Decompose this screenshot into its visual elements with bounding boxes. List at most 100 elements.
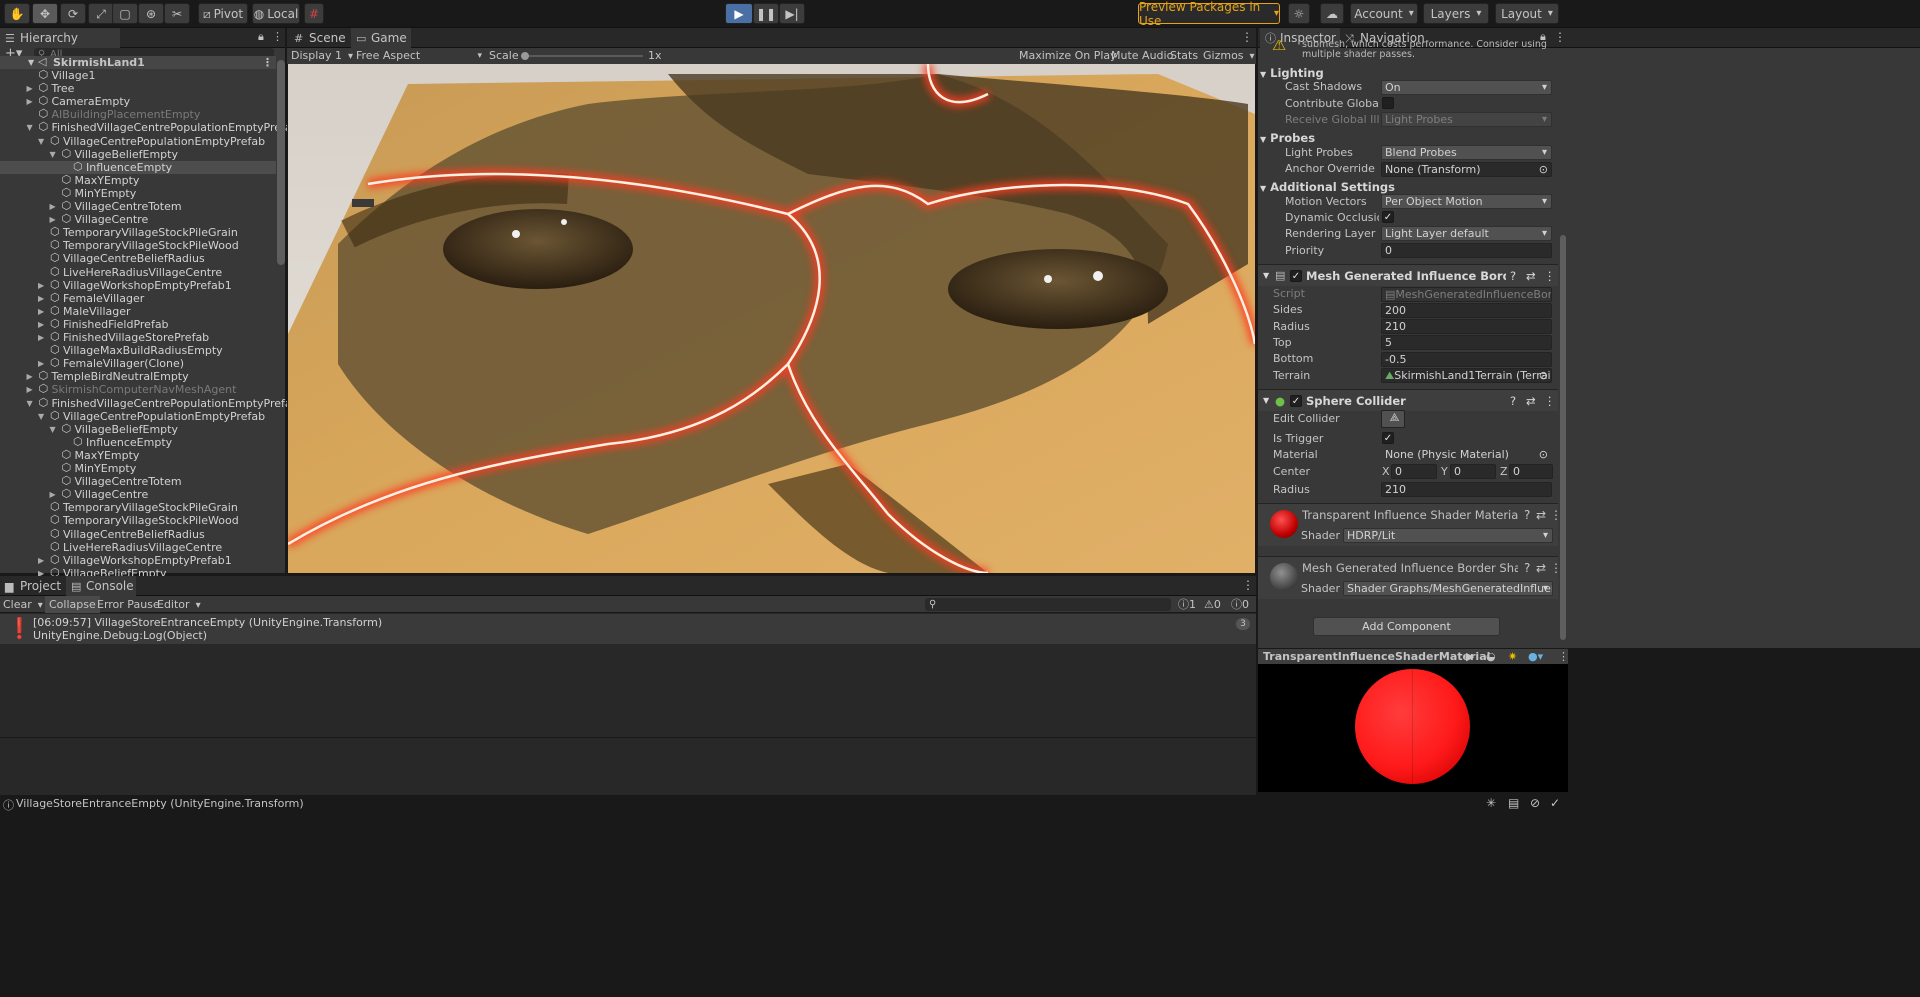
- mesh-border-enabled-checkbox[interactable]: ✓: [1290, 270, 1302, 282]
- mesh-border-component-header[interactable]: ▼ ▤ ✓ Mesh Generated Influence Border (S…: [1258, 264, 1558, 286]
- pause-button[interactable]: ❚❚: [753, 3, 779, 24]
- collapse-arrow-icon[interactable]: ▶: [27, 383, 33, 396]
- hierarchy-row[interactable]: ▶ ⬡ FemaleVillager(Clone): [0, 356, 276, 370]
- collapse-arrow-icon[interactable]: ▶: [38, 554, 44, 567]
- mute-audio-toggle[interactable]: Mute Audio: [1111, 48, 1173, 64]
- hierarchy-row[interactable]: ⬡ AIBuildingPlacementEmpty: [0, 107, 276, 121]
- hierarchy-row[interactable]: ⬡ MaxYEmpty: [0, 448, 276, 462]
- hierarchy-row[interactable]: ⬡ InfluenceEmpty: [0, 435, 276, 449]
- scene-more-icon[interactable]: ⋮: [262, 56, 273, 69]
- hierarchy-row[interactable]: ▼ ⬡ FinishedVillageCentrePopulationEmptyPr…: [0, 120, 299, 134]
- hierarchy-row[interactable]: ⬡ VillageCentreTotem: [0, 474, 276, 488]
- hierarchy-row[interactable]: ▶ ⬡ Tree: [0, 81, 276, 95]
- hierarchy-row[interactable]: ⬡ Village1: [0, 68, 276, 82]
- local-toggle[interactable]: ◍ Local: [252, 3, 300, 24]
- log-count-toggle[interactable]: ⓘ1: [1178, 596, 1196, 613]
- hierarchy-row[interactable]: ▶ ⬡ VillageCentre: [0, 487, 276, 501]
- contribute-gi-checkbox[interactable]: [1382, 97, 1394, 109]
- preset-icon[interactable]: ⇄: [1536, 561, 1546, 575]
- hierarchy-row[interactable]: ⬡ MinYEmpty: [0, 186, 276, 200]
- warning-count-toggle[interactable]: ⚠0: [1204, 596, 1221, 613]
- hierarchy-row[interactable]: ▶ ⬡ FinishedVillageStorePrefab: [0, 330, 276, 344]
- hierarchy-row[interactable]: ⬡ MaxYEmpty: [0, 173, 276, 187]
- object-picker-icon[interactable]: ⊙: [1539, 369, 1548, 382]
- collapse-arrow-icon[interactable]: ▶: [50, 488, 56, 501]
- cache-icon[interactable]: ▤: [1508, 796, 1519, 810]
- scale-slider-handle[interactable]: [521, 52, 529, 60]
- collapse-arrow-icon[interactable]: ▶: [38, 279, 44, 292]
- collapse-arrow-icon[interactable]: ▶: [38, 318, 44, 331]
- tab-project[interactable]: ▆ Project: [0, 576, 66, 596]
- sphere-collider-header[interactable]: ▼ ● ✓ Sphere Collider ? ⇄ ⋮: [1258, 389, 1558, 411]
- collapse-arrow-icon[interactable]: ▶: [50, 200, 56, 213]
- bug-icon[interactable]: ✳: [1486, 796, 1496, 810]
- hierarchy-row[interactable]: ▼ ⬡ VillageBeliefEmpty: [0, 422, 276, 436]
- hierarchy-row[interactable]: ▼ ⬡ VillageBeliefEmpty: [0, 147, 276, 161]
- clear-button[interactable]: Clear: [3, 596, 43, 614]
- top-field[interactable]: 5: [1381, 335, 1552, 350]
- preview-play-icon[interactable]: ▶: [1466, 649, 1474, 665]
- terrain-field[interactable]: ⛰SkirmishLand1Terrain (Terrain) ⊙: [1381, 368, 1552, 383]
- help-icon[interactable]: ?: [1510, 265, 1516, 287]
- scene-more-menu-icon[interactable]: ⋮: [1241, 30, 1253, 44]
- light-probes-dropdown[interactable]: Blend Probes: [1381, 145, 1552, 160]
- preview-light-icon[interactable]: ✷: [1508, 649, 1517, 665]
- console-search-input[interactable]: ⚲: [925, 598, 1171, 611]
- account-dropdown[interactable]: Account: [1350, 3, 1418, 24]
- sphere-collider-enabled-checkbox[interactable]: ✓: [1290, 395, 1302, 407]
- maximize-on-play-toggle[interactable]: Maximize On Play: [1019, 48, 1117, 64]
- display-dropdown[interactable]: Display 1: [291, 48, 353, 65]
- step-button[interactable]: ▶|: [779, 3, 805, 24]
- collapse-arrow-icon[interactable]: ▶: [27, 95, 33, 108]
- radius-field[interactable]: 210: [1381, 319, 1552, 334]
- hierarchy-row[interactable]: ⬡ TemporaryVillageStockPileWood: [0, 238, 276, 252]
- add-component-button[interactable]: Add Component: [1313, 617, 1500, 636]
- hierarchy-row[interactable]: ⬡ MinYEmpty: [0, 461, 276, 475]
- preview-sphere-icon[interactable]: ◒: [1486, 649, 1496, 665]
- services-button[interactable]: ☼: [1288, 3, 1310, 24]
- custom-tool-button[interactable]: ✂: [164, 3, 190, 24]
- preview-menu-icon[interactable]: ⋮: [1558, 649, 1569, 665]
- transform-tool-button[interactable]: ⊛: [138, 3, 164, 24]
- preview-packages-dropdown[interactable]: Preview Packages in Use: [1138, 0, 1280, 28]
- collapse-arrow-icon[interactable]: ▶: [27, 370, 33, 383]
- console-entry[interactable]: ❗ [06:09:57] VillageStoreEntranceEmpty (…: [0, 614, 1256, 644]
- cloud-button[interactable]: ☁: [1320, 3, 1344, 24]
- preview-shape-dropdown-icon[interactable]: ●▾: [1528, 649, 1543, 665]
- help-icon[interactable]: ?: [1510, 390, 1516, 412]
- hierarchy-row[interactable]: ▶ ⬡ VillageCentre: [0, 212, 276, 226]
- collapse-arrow-icon[interactable]: ▶: [38, 331, 44, 344]
- hierarchy-row[interactable]: ▶ ⬡ VillageWorkshopEmptyPrefab1: [0, 278, 276, 292]
- preset-icon[interactable]: ⇄: [1526, 390, 1536, 412]
- hierarchy-scrollbar[interactable]: [277, 60, 285, 265]
- hierarchy-row[interactable]: ▶ ⬡ SkirmishComputerNavMeshAgent: [0, 382, 276, 396]
- component-menu-icon[interactable]: ⋮: [1544, 390, 1556, 412]
- priority-field[interactable]: 0: [1381, 243, 1552, 258]
- hierarchy-row[interactable]: ⬡ VillageMaxBuildRadiusEmpty: [0, 343, 276, 357]
- layers-dropdown[interactable]: Layers: [1423, 3, 1489, 24]
- expand-arrow-icon[interactable]: ▼: [50, 148, 56, 161]
- lock-icon[interactable]: 🔒︎: [258, 30, 264, 44]
- gizmos-dropdown[interactable]: Gizmos: [1203, 48, 1255, 65]
- dynamic-occlusion-checkbox[interactable]: ✓: [1382, 211, 1394, 223]
- expand-arrow-icon[interactable]: ▼: [27, 397, 33, 410]
- more-menu-icon[interactable]: ⋮: [272, 30, 283, 43]
- tab-scene[interactable]: # Scene: [289, 28, 349, 48]
- hierarchy-row[interactable]: ▼ ⬡ VillageCentrePopulationEmptyPrefab: [0, 409, 276, 423]
- editor-dropdown[interactable]: Editor: [157, 596, 201, 614]
- status-message[interactable]: VillageStoreEntranceEmpty (UnityEngine.T…: [16, 797, 304, 810]
- tab-game[interactable]: ▭ Game: [351, 28, 411, 48]
- hierarchy-row[interactable]: ⬡ TemporaryVillageStockPileGrain: [0, 500, 276, 514]
- bottom-field[interactable]: -0.5: [1381, 352, 1552, 367]
- collapse-arrow-icon[interactable]: ▶: [27, 82, 33, 95]
- hierarchy-row[interactable]: ⬡ InfluenceEmpty: [0, 160, 276, 174]
- collapse-arrow-icon[interactable]: ▶: [38, 292, 44, 305]
- preset-icon[interactable]: ⇄: [1526, 265, 1536, 287]
- anchor-override-field[interactable]: None (Transform) ⊙: [1381, 162, 1552, 177]
- help-icon[interactable]: ?: [1524, 508, 1530, 522]
- hierarchy-row[interactable]: ▼ ⬡ FinishedVillageCentrePopulationEmptyPr…: [0, 396, 299, 410]
- progress-check-icon[interactable]: ✓: [1550, 796, 1560, 810]
- receive-gi-dropdown[interactable]: Light Probes: [1381, 112, 1552, 127]
- aspect-dropdown[interactable]: Free Aspect ▾: [356, 48, 484, 64]
- stats-toggle[interactable]: Stats: [1170, 48, 1198, 64]
